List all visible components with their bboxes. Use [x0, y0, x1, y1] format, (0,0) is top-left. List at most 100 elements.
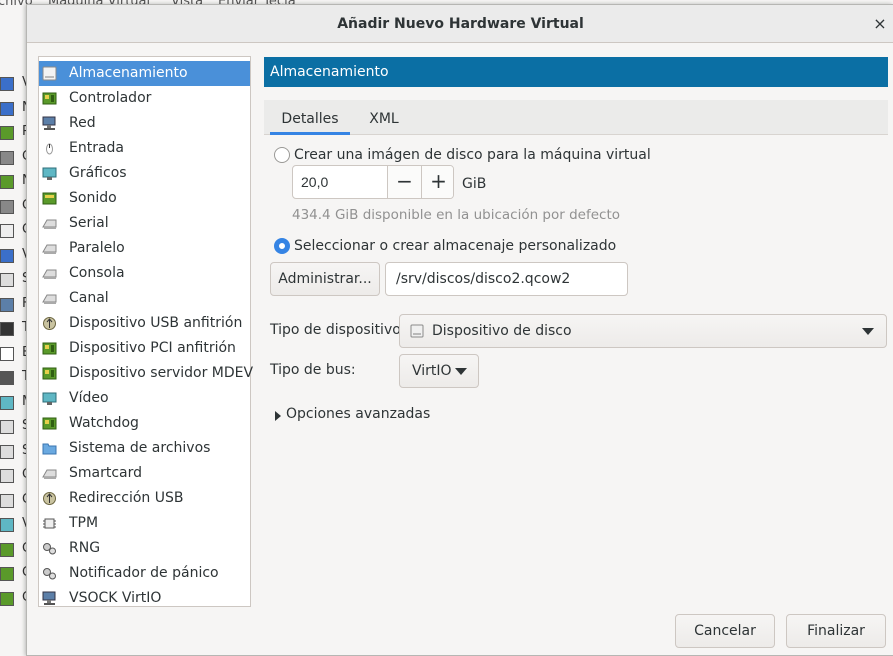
plus-icon: +: [430, 169, 447, 193]
tab-bar: Detalles XML: [264, 100, 888, 135]
parent-device-icon: [0, 591, 14, 606]
hardware-item-label: Notificador de pánico: [69, 565, 219, 581]
parent-device-icon: [0, 322, 14, 336]
parent-device-icon: [0, 150, 14, 165]
parent-device-icon: [0, 542, 14, 557]
parent-device-icon: [0, 493, 14, 508]
hardware-item-label: Sonido: [69, 190, 117, 206]
bus-type-combo[interactable]: VirtIO: [399, 354, 479, 388]
finish-button[interactable]: Finalizar: [786, 614, 886, 648]
parent-device-icon: [0, 567, 14, 581]
hardware-item[interactable]: RNG: [39, 536, 250, 561]
manage-button[interactable]: Administrar...: [270, 262, 380, 296]
hardware-item[interactable]: Canal: [39, 286, 250, 311]
channel-icon: [42, 294, 57, 304]
parent-device-icon: [0, 444, 14, 459]
usb-icon: [43, 317, 56, 330]
hardware-item-label: Sistema de archivos: [69, 440, 211, 456]
size-unit: GiB: [462, 176, 487, 192]
hardware-item-label: Watchdog: [69, 415, 139, 431]
hardware-item[interactable]: Almacenamiento: [39, 61, 250, 86]
create-image-radio[interactable]: [274, 147, 290, 163]
gears-icon: [43, 543, 56, 555]
hardware-item[interactable]: Controlador: [39, 86, 250, 111]
hardware-item-label: Vídeo: [69, 390, 109, 406]
vsock-icon: [42, 591, 56, 605]
hardware-item-label: Paralelo: [69, 240, 125, 256]
hardware-item-label: Controlador: [69, 90, 152, 106]
parent-device-icon: [0, 297, 14, 312]
hardware-item[interactable]: Entrada: [39, 136, 250, 161]
parent-device-icon: [0, 248, 14, 263]
expander-arrow-icon[interactable]: [275, 411, 281, 421]
hardware-item[interactable]: Red: [39, 111, 250, 136]
hardware-item-label: Gráficos: [69, 165, 127, 181]
hardware-item[interactable]: TPM: [39, 511, 250, 536]
pci-icon: [42, 342, 57, 355]
hardware-item[interactable]: Vídeo: [39, 386, 250, 411]
hardware-item[interactable]: Gráficos: [39, 161, 250, 186]
panic-icon: [43, 568, 56, 580]
parent-device-icon: [0, 420, 14, 434]
hardware-item[interactable]: Paralelo: [39, 236, 250, 261]
parent-device-icon: [0, 346, 14, 361]
parent-device-icon: [0, 224, 14, 238]
hardware-item-label: Smartcard: [69, 465, 143, 481]
decrease-size-button[interactable]: −: [387, 166, 421, 198]
hardware-item[interactable]: Serial: [39, 211, 250, 236]
custom-storage-label[interactable]: Seleccionar o crear almacenaje personali…: [294, 238, 616, 254]
hardware-item-label: Entrada: [69, 140, 125, 156]
video-icon: [42, 392, 57, 405]
hardware-item-label: Canal: [69, 290, 109, 306]
device-type-combo[interactable]: Dispositivo de disco: [399, 314, 887, 348]
dialog-title: Añadir Nuevo Hardware Virtual: [337, 16, 584, 32]
hardware-item-label: Red: [69, 115, 96, 131]
hardware-item[interactable]: Watchdog: [39, 411, 250, 436]
chevron-down-icon: [862, 328, 874, 335]
advanced-options-expander[interactable]: Opciones avanzadas: [286, 406, 430, 422]
hardware-item[interactable]: VSOCK VirtIO: [39, 586, 250, 611]
folder-icon: [42, 443, 57, 455]
hardware-item[interactable]: Notificador de pánico: [39, 561, 250, 586]
custom-storage-radio[interactable]: [274, 238, 290, 254]
disk-icon: [42, 66, 57, 81]
hardware-item[interactable]: Sonido: [39, 186, 250, 211]
storage-path-input[interactable]: [385, 262, 628, 296]
tab-details[interactable]: Detalles: [270, 100, 350, 135]
hardware-item[interactable]: Sistema de archivos: [39, 436, 250, 461]
monitor-icon: [42, 167, 57, 180]
parent-device-icon: [0, 77, 14, 91]
smartcard-icon: [42, 469, 57, 479]
available-space-text: 434.4 GiB disponible en la ubicación por…: [292, 207, 621, 223]
parent-device-icon: [0, 199, 14, 214]
chevron-down-icon: [455, 368, 467, 375]
hardware-item[interactable]: Dispositivo PCI anfitrión: [39, 336, 250, 361]
hardware-item[interactable]: Smartcard: [39, 461, 250, 486]
create-image-label[interactable]: Crear una imágen de disco para la máquin…: [294, 147, 651, 163]
parent-device-icon: [0, 395, 14, 410]
increase-size-button[interactable]: +: [421, 166, 453, 198]
storage-panel: Detalles XML Crear una imágen de disco p…: [264, 100, 888, 607]
device-type-value: Dispositivo de disco: [432, 323, 572, 339]
hardware-item-label: Dispositivo PCI anfitrión: [69, 340, 236, 356]
network-icon: [42, 116, 56, 130]
tab-xml[interactable]: XML: [360, 100, 408, 135]
close-button[interactable]: ×: [866, 5, 893, 43]
hardware-item-label: RNG: [69, 540, 101, 556]
disk-size-input[interactable]: [293, 166, 387, 198]
panel-header: Almacenamiento: [264, 57, 888, 87]
hardware-item[interactable]: Redirección USB: [39, 486, 250, 511]
hardware-item[interactable]: Dispositivo servidor MDEV: [39, 361, 254, 386]
hardware-item-label: Dispositivo servidor MDEV: [69, 365, 254, 381]
hardware-item-label: TPM: [69, 515, 99, 531]
hardware-item[interactable]: Consola: [39, 261, 250, 286]
hardware-item-label: VSOCK VirtIO: [69, 590, 162, 606]
cancel-button[interactable]: Cancelar: [675, 614, 775, 648]
mouse-icon: [46, 143, 53, 155]
dialog-titlebar: Añadir Nuevo Hardware Virtual ×: [27, 5, 893, 43]
mdev-icon: [42, 367, 57, 380]
hardware-item[interactable]: Dispositivo USB anfitrión: [39, 311, 250, 336]
parent-device-icon: [0, 371, 14, 385]
disk-size-spinner[interactable]: − +: [292, 165, 454, 199]
parent-hardware-list: VNPCNCCVSFTETMSSCCVCCC: [0, 30, 33, 656]
